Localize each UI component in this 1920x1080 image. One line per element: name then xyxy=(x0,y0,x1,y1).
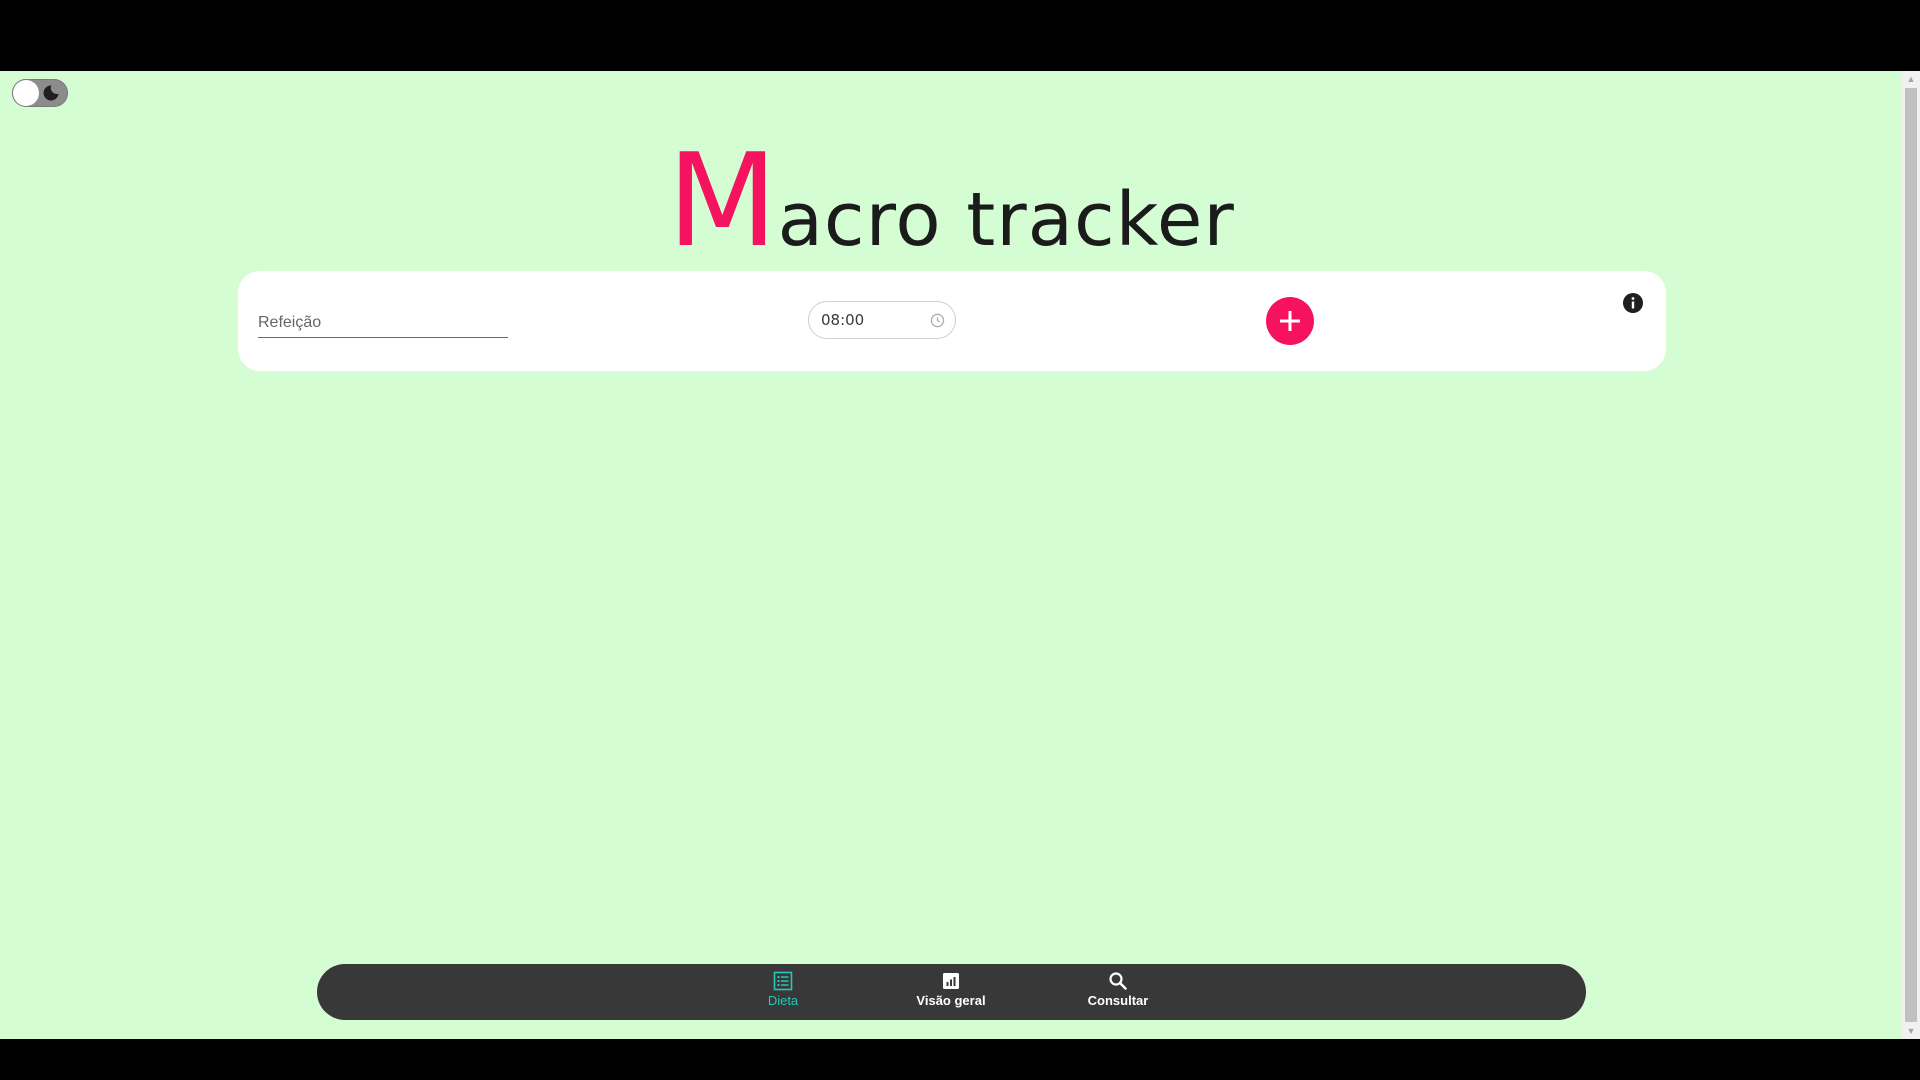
plus-icon xyxy=(1280,311,1300,331)
theme-toggle[interactable] xyxy=(12,79,68,107)
nav-item-visao-geral[interactable]: Visão geral xyxy=(891,970,1011,1014)
nav-item-dieta[interactable]: Dieta xyxy=(723,970,843,1014)
scrollbar-thumb[interactable] xyxy=(1905,88,1917,1022)
title-initial: M xyxy=(667,127,778,277)
bottom-black-bar xyxy=(0,1039,1920,1080)
time-input[interactable]: 08:00 xyxy=(808,301,956,339)
add-meal-button[interactable] xyxy=(1266,297,1314,345)
title-rest: acro tracker xyxy=(777,177,1235,264)
page-title: Macro tracker xyxy=(0,132,1902,290)
nav-item-consultar[interactable]: Consultar xyxy=(1058,970,1178,1014)
nav-label-visao-geral[interactable]: Visão geral xyxy=(891,993,1011,1009)
info-icon[interactable] xyxy=(1622,292,1644,314)
vertical-scrollbar[interactable]: ▲ ▼ xyxy=(1902,71,1920,1039)
app-viewport: Macro tracker 08:00 xyxy=(0,71,1902,1039)
clock-icon[interactable] xyxy=(930,313,945,328)
list-icon xyxy=(773,971,793,991)
nav-label-dieta[interactable]: Dieta xyxy=(723,993,843,1009)
nav-label-consultar[interactable]: Consultar xyxy=(1058,993,1178,1009)
top-black-bar xyxy=(0,0,1920,71)
scroll-up-icon[interactable]: ▲ xyxy=(1902,71,1920,87)
time-value[interactable]: 08:00 xyxy=(821,311,864,329)
moon-icon xyxy=(43,85,59,101)
bottom-nav: Dieta Visão geral Consultar xyxy=(317,964,1586,1020)
meal-card: 08:00 xyxy=(238,271,1666,371)
toggle-knob[interactable] xyxy=(13,80,39,106)
scroll-down-icon[interactable]: ▼ xyxy=(1902,1023,1920,1039)
search-icon xyxy=(1109,972,1127,990)
meal-name-input[interactable] xyxy=(258,309,508,338)
bar-chart-icon xyxy=(943,973,959,989)
